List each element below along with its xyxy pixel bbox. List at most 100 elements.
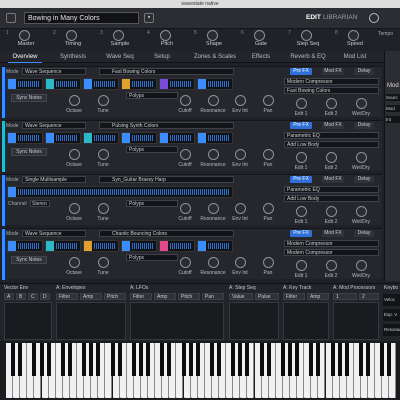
voicing-select[interactable]: Polyps [126,146,178,153]
resonance-knob-icon[interactable] [208,149,219,160]
tab-setup[interactable]: Setup [150,51,174,63]
pre-fx-button[interactable]: Pre FX [290,230,312,237]
menu-icon[interactable] [6,13,16,23]
wave-lanes[interactable] [7,186,233,198]
librarian-tab[interactable]: LIBRARIAN [323,14,357,21]
pan-knob-icon[interactable] [263,203,274,214]
black-key[interactable] [82,343,87,376]
macro-1[interactable]: 1 Master [6,29,46,51]
cutoff-knob-icon[interactable] [180,149,191,160]
pan-knob-icon[interactable] [263,257,274,268]
mod-fx-button[interactable]: Mod FX [322,176,344,183]
wet-dry-knob-icon[interactable] [356,152,367,163]
macro-knob-icon[interactable] [160,30,171,41]
black-key[interactable] [316,343,321,376]
lfos-grid[interactable] [130,302,224,340]
macro-2[interactable]: 2 Timing [53,29,93,51]
black-key[interactable] [387,343,392,376]
mod-fx-select[interactable]: Add Low Body [284,141,379,148]
octave-knob-icon[interactable] [69,257,80,268]
mode-select[interactable]: Wave Sequence [22,122,86,129]
black-key[interactable] [380,343,385,376]
black-key[interactable] [245,343,250,376]
pre-fx-button[interactable]: Pre FX [290,122,312,129]
side-source-field[interactable]: Sourc [386,94,400,101]
env-int-knob-icon[interactable] [235,203,246,214]
edit-1-knob-icon[interactable] [296,260,307,271]
lfo-filter[interactable]: Filter [130,293,152,300]
lane-2[interactable] [45,132,81,144]
key-track-amp[interactable]: Amp [307,293,329,300]
macro-7[interactable]: 7 Step Seq [288,29,328,51]
tune-knob-icon[interactable] [98,95,109,106]
pre-fx-button[interactable]: Pre FX [290,176,312,183]
black-key[interactable] [344,343,349,376]
black-key[interactable] [366,343,371,376]
lane-1[interactable] [7,240,43,252]
black-key[interactable] [337,343,342,376]
mode-select[interactable]: Wave Sequence [22,68,86,75]
black-key[interactable] [89,343,94,376]
macro-knob-icon[interactable] [113,30,124,41]
pan-knob-icon[interactable] [263,149,274,160]
pre-fx-select[interactable]: Modern Compressor [284,78,379,85]
settings-gear-icon[interactable] [369,13,379,23]
sync-notes-button[interactable]: Sync Notes [11,94,47,102]
sync-notes-button[interactable]: Sync Notes [11,148,47,156]
tab-overview[interactable]: Overview [8,51,42,63]
black-key[interactable] [46,343,51,376]
black-key[interactable] [167,343,172,376]
edit-2-knob-icon[interactable] [326,98,337,109]
env-amp[interactable]: Amp [80,293,102,300]
cutoff-knob-icon[interactable] [180,257,191,268]
delay-button[interactable]: Delay [354,230,374,237]
vector-env-c[interactable]: C [28,293,38,300]
cutoff-knob-icon[interactable] [180,95,191,106]
edit-2-knob-icon[interactable] [326,206,337,217]
mod-fx-button[interactable]: Mod FX [322,230,344,237]
vector-env-d[interactable]: D [40,293,50,300]
edit-1-knob-icon[interactable] [296,152,307,163]
lane-6[interactable] [197,240,233,252]
macro-8[interactable]: 8 Speed [335,29,375,51]
key-track-filter[interactable]: Filter [283,293,305,300]
velocity-source[interactable]: Veloc [383,294,400,306]
lfo-amp[interactable]: Amp [154,293,176,300]
patch-selector[interactable]: Pulsing Synth Colors [99,122,234,129]
delay-button[interactable]: Delay [354,176,374,183]
black-key[interactable] [288,343,292,376]
mod-processor-1[interactable]: 1 [333,293,357,300]
edit-1-knob-icon[interactable] [296,206,307,217]
black-key[interactable] [280,343,285,376]
wave-lanes[interactable] [7,132,233,144]
patch-selector[interactable]: Fast Bowing Colors [99,68,234,75]
voicing-select[interactable]: Polyps [126,254,178,261]
octave-knob-icon[interactable] [69,203,80,214]
lane-1[interactable] [7,78,43,90]
macro-knob-icon[interactable] [19,30,30,41]
env-pitch[interactable]: Pitch [104,293,126,300]
patch-selector[interactable]: Chaotic Bouncing Colors [99,230,234,237]
lfo-pan[interactable]: Pan [202,293,224,300]
voicing-select[interactable]: Polyps [126,200,178,207]
black-key[interactable] [96,343,101,376]
black-key[interactable] [18,343,23,376]
env-int-knob-icon[interactable] [235,149,246,160]
performance-selector[interactable]: Bowing in Many Colors [24,12,139,24]
lane-5[interactable] [159,132,195,144]
tune-knob-icon[interactable] [98,203,109,214]
multisample-lane[interactable] [7,186,233,198]
voicing-select[interactable]: Polyps [126,92,178,99]
black-key[interactable] [146,343,150,376]
mode-select[interactable]: Single Multisample [22,176,86,183]
delay-button[interactable]: Delay [354,68,374,75]
env-filter[interactable]: Filter [56,293,78,300]
cutoff-knob-icon[interactable] [180,203,191,214]
black-key[interactable] [11,343,16,376]
resonance-knob-icon[interactable] [208,95,219,106]
patch-selector[interactable]: Syn_Guitar Brassy Harp [99,176,234,183]
wave-lanes[interactable] [7,78,233,90]
macro-knob-icon[interactable] [66,30,77,41]
tab-reverb-eq[interactable]: Reverb & EQ [287,51,329,63]
black-key[interactable] [131,343,136,376]
